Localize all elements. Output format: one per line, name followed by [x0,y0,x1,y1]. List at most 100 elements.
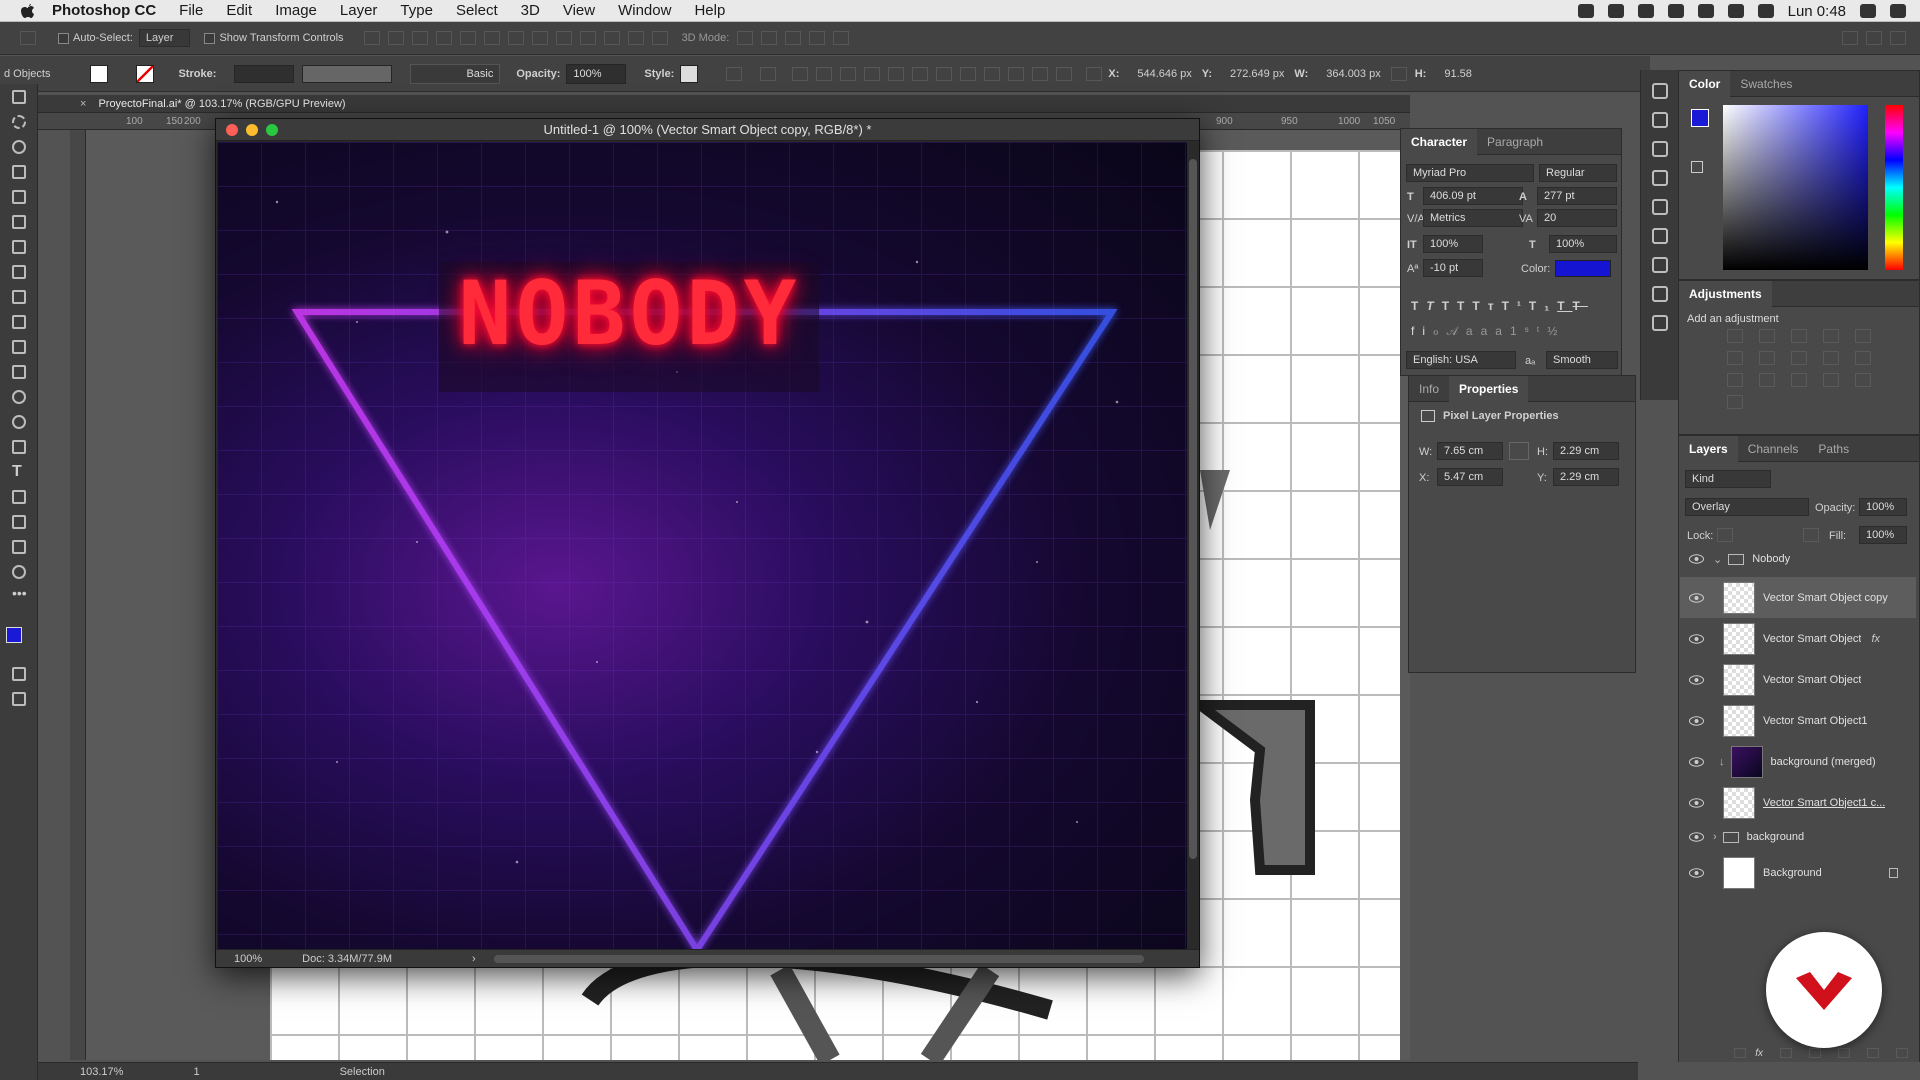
language-dropdown[interactable]: English: USA [1406,351,1516,369]
eraser-tool[interactable] [0,334,38,359]
leading-field[interactable]: 277 pt [1537,187,1617,205]
color-balance-icon[interactable] [1759,351,1775,365]
brush-tool[interactable] [0,259,38,284]
visibility-eye-icon[interactable] [1687,671,1705,689]
hue-sat-icon[interactable] [1727,351,1743,365]
dist-6-icon[interactable] [1056,66,1073,81]
layer-row[interactable]: ↓ background (merged) [1680,741,1916,782]
tab-properties[interactable]: Properties [1449,375,1529,402]
stamp-tool[interactable] [0,284,38,309]
layer-row[interactable]: ⌄ Nobody [1680,545,1916,573]
prop-x-field[interactable]: 5.47 cm [1437,468,1503,486]
ligature-button[interactable]: fi [1411,324,1433,338]
battery-icon[interactable] [1757,4,1774,18]
stroke-width-field[interactable] [234,64,295,83]
clock[interactable]: Lun 0:48 [1788,3,1846,20]
visibility-eye-icon[interactable] [1687,828,1705,846]
styles-icon[interactable] [1651,315,1668,331]
faux-bold-button[interactable]: T [1411,299,1426,313]
underline-button[interactable]: T [1557,299,1572,313]
3d-scale-icon[interactable] [833,31,850,45]
threshold-icon[interactable] [1823,373,1839,387]
distribute-right-icon[interactable] [627,31,644,45]
opacity-field[interactable]: 100% [566,63,627,84]
document-window[interactable]: Untitled-1 @ 100% (Vector Smart Object c… [215,118,1200,968]
search-icon[interactable] [1842,31,1858,45]
move-tool[interactable] [0,84,38,109]
brightness-icon[interactable] [1727,329,1743,343]
channel-mixer-icon[interactable] [1855,351,1871,365]
lock-pixels-icon[interactable] [1717,528,1733,542]
pen-tool[interactable] [0,434,38,459]
status-tool[interactable]: Selection [340,1066,385,1078]
layer-row[interactable]: › background [1680,823,1916,851]
gamut-warning-icon[interactable] [1691,161,1703,173]
tab-info[interactable]: Info [1409,382,1449,396]
distribute-top-icon[interactable] [507,31,524,45]
minimize-window-button[interactable] [246,124,258,136]
dist-5-icon[interactable] [1032,66,1049,81]
align-hcenter-icon[interactable] [459,31,476,45]
globe-icon[interactable] [726,66,743,81]
foreground-color[interactable] [6,627,22,643]
link-wh-icon[interactable] [1509,442,1529,460]
tab-channels[interactable]: Channels [1738,442,1809,456]
hand-tool[interactable] [0,534,38,559]
font-style-dropdown[interactable]: Regular [1539,164,1617,182]
visibility-eye-icon[interactable] [1687,589,1705,607]
align-bottom-icon-2[interactable] [912,66,929,81]
menu-3d[interactable]: 3D [521,2,540,19]
h-field[interactable]: 91.58 [1444,68,1472,80]
ref-point-icon[interactable] [1086,66,1103,81]
visibility-eye-icon[interactable] [1687,864,1705,882]
color-field[interactable] [1723,105,1868,270]
document-titlebar[interactable]: Untitled-1 @ 100% (Vector Smart Object c… [216,119,1199,141]
posterize-icon[interactable] [1791,373,1807,387]
new-layer-icon[interactable] [1867,1048,1879,1058]
strikethrough-button[interactable]: T [1573,299,1588,313]
link-layers-icon[interactable] [1734,1048,1747,1058]
share-icon[interactable] [1890,31,1906,45]
subscript-button[interactable]: T₁ [1529,299,1557,313]
fill-swatch[interactable] [90,64,109,83]
dist-3-icon[interactable] [984,66,1001,81]
align-top-icon-2[interactable] [864,66,881,81]
filter-kind-dropdown[interactable]: Kind [1685,470,1771,488]
dropbox-icon[interactable] [1637,4,1654,18]
zoom-tool[interactable] [0,559,38,584]
3d-orbit-icon[interactable] [737,31,754,45]
align-bottom-icon[interactable] [411,31,428,45]
auto-select-checkbox[interactable] [58,32,69,44]
stroke-swatch[interactable] [136,64,155,83]
distribute-vcenter-icon[interactable] [531,31,548,45]
photo-filter-icon[interactable] [1823,351,1839,365]
brush-preset-icon[interactable] [1651,141,1668,157]
quick-mask[interactable] [0,661,38,686]
kerning-field[interactable]: Metrics [1423,209,1523,227]
play-icon[interactable] [1651,112,1668,128]
fx-icon[interactable]: fx [1871,633,1880,645]
bw-icon[interactable] [1791,351,1807,365]
align-left-icon-2[interactable] [792,66,809,81]
align-top-icon[interactable] [363,31,380,45]
blur-tool[interactable] [0,384,38,409]
dist-4-icon[interactable] [1008,66,1025,81]
screen-mode[interactable] [0,686,38,711]
selective-color-icon[interactable] [1855,373,1871,387]
align-middle-icon-2[interactable] [888,66,905,81]
more-tools[interactable]: ••• [0,584,38,609]
zoom-window-button[interactable] [266,124,278,136]
transform-icon[interactable] [760,66,777,81]
wifi-icon[interactable] [1697,4,1714,18]
font-size-field[interactable]: 406.09 pt [1423,187,1523,205]
menu-file[interactable]: File [179,2,203,19]
actions-icon[interactable] [1651,83,1668,99]
swash-button[interactable]: 𝒜 [1447,324,1466,338]
menu-view[interactable]: View [563,2,595,19]
titling-button[interactable]: aa [1481,324,1510,338]
curves-icon[interactable] [1791,329,1807,343]
distribute-left-icon[interactable] [579,31,596,45]
dodge-tool[interactable] [0,409,38,434]
align-vcenter-icon[interactable] [387,31,404,45]
style-swatch[interactable] [680,64,699,83]
